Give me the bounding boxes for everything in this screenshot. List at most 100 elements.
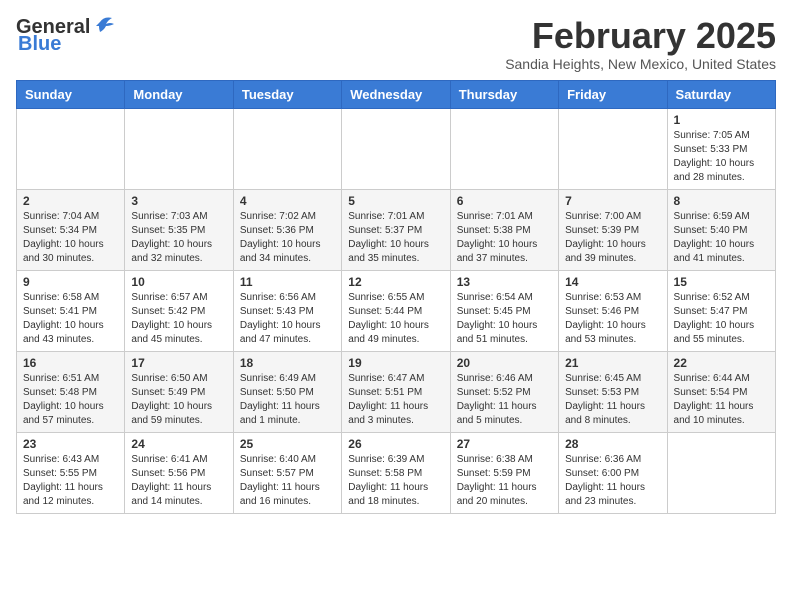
day-info: Sunrise: 6:57 AM Sunset: 5:42 PM Dayligh…	[131, 291, 226, 347]
day-info: Sunrise: 6:50 AM Sunset: 5:49 PM Dayligh…	[131, 372, 226, 428]
day-info: Sunrise: 6:52 AM Sunset: 5:47 PM Dayligh…	[674, 291, 769, 347]
day-number: 4	[240, 194, 335, 208]
calendar-cell: 20 Sunrise: 6:46 AM Sunset: 5:52 PM Dayli…	[450, 351, 558, 432]
calendar-cell: 5Sunrise: 7:01 AM Sunset: 5:37 PM Daylig…	[342, 189, 450, 270]
day-number: 14	[565, 275, 660, 289]
day-info: Sunrise: 6:56 AM Sunset: 5:43 PM Dayligh…	[240, 291, 335, 347]
calendar-cell: 10 Sunrise: 6:57 AM Sunset: 5:42 PM Dayli…	[125, 270, 233, 351]
weekday-header-saturday: Saturday	[667, 80, 775, 108]
calendar-cell: 2 Sunrise: 7:04 AM Sunset: 5:34 PM Daylig…	[17, 189, 125, 270]
day-info: Sunrise: 6:46 AM Sunset: 5:52 PM Dayligh…	[457, 372, 552, 428]
day-number: 11	[240, 275, 335, 289]
calendar-cell: 4 Sunrise: 7:02 AM Sunset: 5:36 PM Daylig…	[233, 189, 341, 270]
calendar-week-row: 16 Sunrise: 6:51 AM Sunset: 5:48 PM Dayli…	[17, 351, 776, 432]
calendar-cell	[667, 432, 775, 513]
calendar-cell: 17 Sunrise: 6:50 AM Sunset: 5:49 PM Dayli…	[125, 351, 233, 432]
calendar-cell: 15 Sunrise: 6:52 AM Sunset: 5:47 PM Dayli…	[667, 270, 775, 351]
day-info: Sunrise: 7:01 AM Sunset: 5:38 PM Dayligh…	[457, 210, 552, 266]
day-number: 19	[348, 356, 443, 370]
day-info: Sunrise: 6:55 AM Sunset: 5:44 PM Dayligh…	[348, 291, 443, 347]
day-info: Sunrise: 6:41 AM Sunset: 5:56 PM Dayligh…	[131, 453, 226, 509]
day-number: 27	[457, 437, 552, 451]
calendar-cell: 19Sunrise: 6:47 AM Sunset: 5:51 PM Dayli…	[342, 351, 450, 432]
day-info: Sunrise: 6:44 AM Sunset: 5:54 PM Dayligh…	[674, 372, 769, 428]
calendar-cell	[559, 108, 667, 189]
day-number: 2	[23, 194, 118, 208]
calendar-cell: 9 Sunrise: 6:58 AM Sunset: 5:41 PM Daylig…	[17, 270, 125, 351]
calendar-week-row: 23Sunrise: 6:43 AM Sunset: 5:55 PM Dayli…	[17, 432, 776, 513]
day-info: Sunrise: 6:51 AM Sunset: 5:48 PM Dayligh…	[23, 372, 118, 428]
calendar-cell	[233, 108, 341, 189]
weekday-header-row: SundayMondayTuesdayWednesdayThursdayFrid…	[17, 80, 776, 108]
day-info: Sunrise: 6:40 AM Sunset: 5:57 PM Dayligh…	[240, 453, 335, 509]
logo-blue-text: Blue	[18, 33, 61, 56]
day-number: 6	[457, 194, 552, 208]
weekday-header-monday: Monday	[125, 80, 233, 108]
day-number: 26	[348, 437, 443, 451]
day-info: Sunrise: 7:02 AM Sunset: 5:36 PM Dayligh…	[240, 210, 335, 266]
day-info: Sunrise: 7:00 AM Sunset: 5:39 PM Dayligh…	[565, 210, 660, 266]
calendar-cell: 25 Sunrise: 6:40 AM Sunset: 5:57 PM Dayli…	[233, 432, 341, 513]
day-info: Sunrise: 7:04 AM Sunset: 5:34 PM Dayligh…	[23, 210, 118, 266]
day-number: 28	[565, 437, 660, 451]
calendar-cell: 14Sunrise: 6:53 AM Sunset: 5:46 PM Dayli…	[559, 270, 667, 351]
day-info: Sunrise: 6:59 AM Sunset: 5:40 PM Dayligh…	[674, 210, 769, 266]
weekday-header-tuesday: Tuesday	[233, 80, 341, 108]
calendar-cell: 21 Sunrise: 6:45 AM Sunset: 5:53 PM Dayli…	[559, 351, 667, 432]
day-info: Sunrise: 7:03 AM Sunset: 5:35 PM Dayligh…	[131, 210, 226, 266]
day-info: Sunrise: 6:45 AM Sunset: 5:53 PM Dayligh…	[565, 372, 660, 428]
calendar-cell: 1 Sunrise: 7:05 AM Sunset: 5:33 PM Daylig…	[667, 108, 775, 189]
day-number: 7	[565, 194, 660, 208]
calendar-cell: 3 Sunrise: 7:03 AM Sunset: 5:35 PM Daylig…	[125, 189, 233, 270]
logo: General Blue	[16, 16, 116, 56]
location-subtitle: Sandia Heights, New Mexico, United State…	[505, 56, 776, 72]
day-number: 15	[674, 275, 769, 289]
day-number: 17	[131, 356, 226, 370]
day-number: 12	[348, 275, 443, 289]
calendar-cell: 27 Sunrise: 6:38 AM Sunset: 5:59 PM Dayli…	[450, 432, 558, 513]
calendar-cell: 13 Sunrise: 6:54 AM Sunset: 5:45 PM Dayli…	[450, 270, 558, 351]
day-info: Sunrise: 6:38 AM Sunset: 5:59 PM Dayligh…	[457, 453, 552, 509]
calendar-cell	[125, 108, 233, 189]
day-info: Sunrise: 6:58 AM Sunset: 5:41 PM Dayligh…	[23, 291, 118, 347]
calendar-cell: 12 Sunrise: 6:55 AM Sunset: 5:44 PM Dayli…	[342, 270, 450, 351]
day-number: 25	[240, 437, 335, 451]
calendar-cell: 7 Sunrise: 7:00 AM Sunset: 5:39 PM Daylig…	[559, 189, 667, 270]
day-number: 16	[23, 356, 118, 370]
calendar-cell: 8Sunrise: 6:59 AM Sunset: 5:40 PM Daylig…	[667, 189, 775, 270]
calendar-week-row: 1 Sunrise: 7:05 AM Sunset: 5:33 PM Daylig…	[17, 108, 776, 189]
calendar-cell: 18Sunrise: 6:49 AM Sunset: 5:50 PM Dayli…	[233, 351, 341, 432]
day-info: Sunrise: 6:54 AM Sunset: 5:45 PM Dayligh…	[457, 291, 552, 347]
day-number: 20	[457, 356, 552, 370]
calendar-cell	[17, 108, 125, 189]
day-number: 24	[131, 437, 226, 451]
day-number: 9	[23, 275, 118, 289]
calendar-week-row: 9 Sunrise: 6:58 AM Sunset: 5:41 PM Daylig…	[17, 270, 776, 351]
weekday-header-friday: Friday	[559, 80, 667, 108]
title-section: February 2025 Sandia Heights, New Mexico…	[505, 16, 776, 72]
weekday-header-sunday: Sunday	[17, 80, 125, 108]
calendar-cell: 16 Sunrise: 6:51 AM Sunset: 5:48 PM Dayli…	[17, 351, 125, 432]
day-info: Sunrise: 6:49 AM Sunset: 5:50 PM Dayligh…	[240, 372, 335, 428]
day-info: Sunrise: 6:36 AM Sunset: 6:00 PM Dayligh…	[565, 453, 660, 509]
day-number: 10	[131, 275, 226, 289]
weekday-header-wednesday: Wednesday	[342, 80, 450, 108]
day-number: 3	[131, 194, 226, 208]
calendar-cell: 24 Sunrise: 6:41 AM Sunset: 5:56 PM Dayli…	[125, 432, 233, 513]
calendar-cell	[450, 108, 558, 189]
calendar-cell: 6 Sunrise: 7:01 AM Sunset: 5:38 PM Daylig…	[450, 189, 558, 270]
month-title: February 2025	[505, 16, 776, 56]
day-number: 22	[674, 356, 769, 370]
calendar-week-row: 2 Sunrise: 7:04 AM Sunset: 5:34 PM Daylig…	[17, 189, 776, 270]
calendar-table: SundayMondayTuesdayWednesdayThursdayFrid…	[16, 80, 776, 514]
day-info: Sunrise: 7:05 AM Sunset: 5:33 PM Dayligh…	[674, 129, 769, 185]
page-header: General Blue February 2025 Sandia Height…	[16, 16, 776, 72]
day-number: 13	[457, 275, 552, 289]
calendar-cell: 23Sunrise: 6:43 AM Sunset: 5:55 PM Dayli…	[17, 432, 125, 513]
day-info: Sunrise: 6:39 AM Sunset: 5:58 PM Dayligh…	[348, 453, 443, 509]
day-number: 23	[23, 437, 118, 451]
weekday-header-thursday: Thursday	[450, 80, 558, 108]
day-number: 21	[565, 356, 660, 370]
day-number: 1	[674, 113, 769, 127]
calendar-cell	[342, 108, 450, 189]
